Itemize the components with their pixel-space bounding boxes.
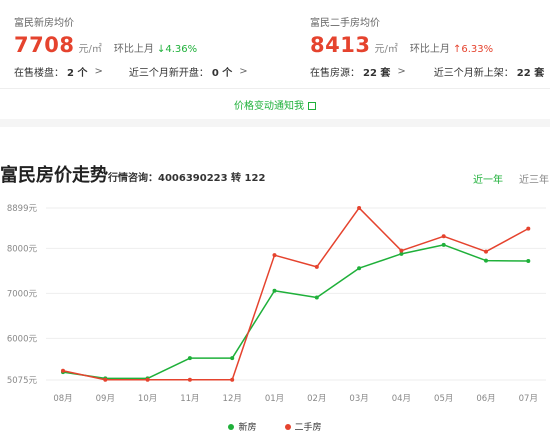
x-tick-label: 12月 [223, 394, 242, 404]
x-tick-label: 11月 [180, 394, 199, 404]
y-tick-label: 6000元 [7, 334, 38, 344]
new-house-change-label: 环比上月 [113, 44, 154, 55]
x-tick-label: 09月 [96, 394, 115, 404]
y-tick-label: 5075元 [7, 376, 38, 386]
tab-1-year[interactable]: 近一年 [473, 171, 503, 186]
chevron-right-icon: > [94, 66, 103, 77]
new-house-change: 环比上月 ↓4.36% [114, 40, 197, 55]
chevron-right-icon: > [239, 66, 248, 77]
second-hand-change-value: ↑6.33% [453, 44, 494, 55]
data-point-new-house [314, 295, 319, 300]
second-hand-price: 8413 [310, 33, 371, 57]
data-point-new-house [187, 356, 192, 361]
x-tick-label: 06月 [476, 394, 495, 404]
consult-hotline: 行情咨询：4006390223 转 122 [108, 173, 266, 184]
y-tick-label: 8000元 [7, 244, 38, 254]
data-point-second-hand [187, 377, 192, 382]
second-hand-change-label: 环比上月 [409, 44, 450, 55]
new-house-new-open-value: 0 个 [211, 68, 233, 79]
x-tick-label: 03月 [349, 394, 368, 404]
new-house-on-sale-label: 在售楼盘： [14, 68, 64, 79]
second-hand-price-row: 8413 元/㎡ 环比上月 ↑6.33% [310, 33, 550, 57]
legend-label-second-hand: 二手房 [294, 423, 322, 433]
data-point-new-house [357, 266, 362, 271]
data-point-second-hand [441, 234, 446, 239]
new-house-on-sale-link[interactable]: 在售楼盘： 2 个 > [14, 64, 103, 79]
second-hand-new-list-link[interactable]: 近三个月新上架： 22 套 > [434, 64, 550, 79]
legend-dot-second-hand [284, 423, 291, 430]
legend-dot-new-house [228, 423, 235, 430]
series-line-new-house [62, 244, 529, 380]
new-house-sub-row: 在售楼盘： 2 个 > 近三个月新开盘： 0 个 > [14, 64, 248, 79]
data-point-second-hand [314, 264, 319, 269]
y-tick-label: 7000元 [7, 289, 38, 299]
price-notify-label: 价格变动通知我 [234, 101, 304, 112]
x-tick-label: 04月 [392, 394, 411, 404]
x-tick-label: 10月 [138, 394, 157, 404]
data-point-second-hand [526, 226, 531, 231]
data-point-new-house [526, 259, 531, 264]
x-tick-label: 07月 [519, 394, 538, 404]
price-notify-link[interactable]: 价格变动通知我 [0, 97, 550, 112]
second-hand-unit: 元/㎡ [374, 44, 398, 55]
data-point-new-house [484, 258, 488, 263]
second-hand-stats: 富民二手房均价 8413 元/㎡ 环比上月 ↑6.33% 在售房源： 22 套 … [310, 14, 550, 79]
legend-label-new-house: 新房 [238, 423, 257, 433]
new-house-price: 7708 [14, 33, 75, 57]
trend-title: 富民房价走势 [0, 165, 108, 186]
data-point-second-hand [230, 377, 235, 382]
legend-item-new-house[interactable]: 新房 [228, 420, 257, 433]
x-tick-label: 01月 [265, 394, 284, 404]
second-hand-new-list-label: 近三个月新上架： [433, 68, 514, 79]
section-separator [0, 119, 550, 127]
new-house-on-sale-value: 2 个 [67, 68, 88, 79]
data-point-second-hand [484, 249, 488, 254]
data-point-second-hand [103, 377, 108, 382]
new-house-new-open-link[interactable]: 近三个月新开盘： 0 个 > [129, 64, 248, 79]
data-point-new-house [230, 356, 235, 361]
data-point-second-hand [357, 205, 362, 210]
divider [0, 88, 550, 89]
second-hand-change: 环比上月 ↑6.33% [410, 40, 493, 55]
second-hand-on-sale-value: 22 套 [363, 68, 391, 79]
chart-legend: 新房 二手房 [0, 420, 550, 433]
tab-3-years[interactable]: 近三年 [519, 171, 549, 186]
data-point-second-hand [61, 368, 65, 373]
data-point-second-hand [145, 377, 150, 382]
chevron-right-icon: > [397, 66, 406, 77]
new-house-change-value: ↓4.36% [157, 44, 198, 55]
legend-item-second-hand[interactable]: 二手房 [284, 420, 322, 433]
data-point-second-hand [272, 253, 277, 258]
new-house-price-row: 7708 元/㎡ 环比上月 ↓4.36% [14, 33, 248, 57]
price-trend-chart: 5075元 6000元 7000元 8000元 8899元 08月 09月 10月 11月 12月… [7, 204, 546, 404]
external-link-icon [308, 102, 316, 110]
second-hand-on-sale-label: 在售房源： [310, 68, 360, 79]
second-hand-title: 富民二手房均价 [310, 18, 380, 29]
data-point-new-house [272, 288, 277, 293]
new-house-new-open-label: 近三个月新开盘： [128, 68, 209, 79]
second-hand-sub-row: 在售房源： 22 套 > 近三个月新上架： 22 套 > [310, 64, 550, 79]
x-tick-label: 05月 [434, 394, 453, 404]
x-tick-label: 08月 [53, 394, 72, 404]
x-tick-label: 02月 [307, 394, 326, 404]
second-hand-new-list-value: 22 套 [516, 68, 545, 79]
data-point-new-house [441, 242, 446, 247]
y-tick-label: 8899元 [7, 204, 38, 214]
new-house-title: 富民新房均价 [14, 18, 74, 29]
new-house-unit: 元/㎡ [78, 44, 102, 55]
new-house-stats: 富民新房均价 7708 元/㎡ 环比上月 ↓4.36% 在售楼盘： 2 个 > … [14, 14, 248, 79]
data-point-second-hand [399, 248, 404, 253]
second-hand-on-sale-link[interactable]: 在售房源： 22 套 > [310, 64, 406, 79]
